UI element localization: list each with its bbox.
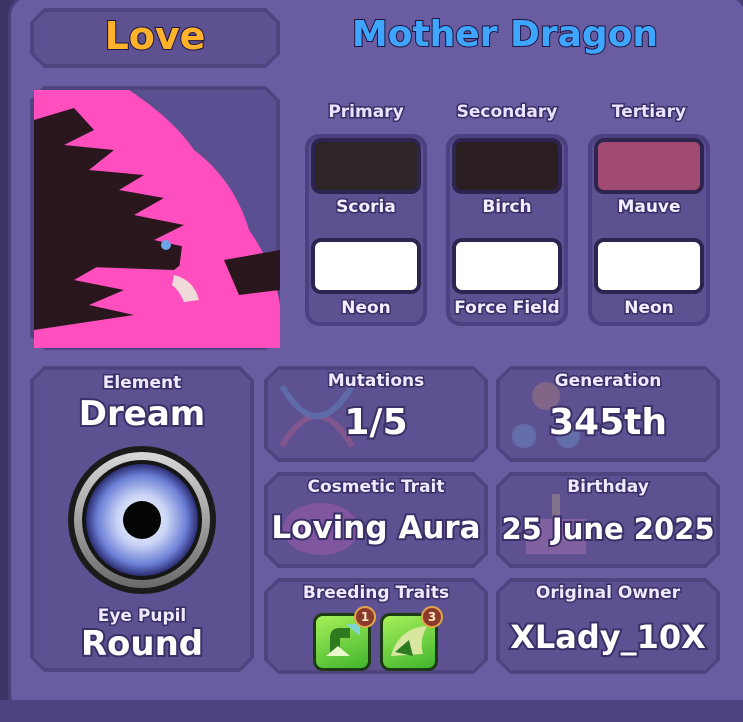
birthday-value: 25 June 2025 [501, 512, 715, 546]
tertiary-color-name: Mauve [616, 196, 682, 219]
mutations-value: 1/5 [344, 402, 408, 443]
birthday-label: Birthday [567, 477, 649, 497]
secondary-glow-swatch [452, 238, 562, 294]
secondary-color-card: Birch Force Field [446, 134, 568, 326]
primary-glow-swatch [311, 238, 421, 294]
original-owner-panel: Original Owner XLady_10X [496, 578, 720, 674]
primary-color-name: Scoria [335, 196, 398, 219]
breeding-trait-2[interactable]: 3 [380, 606, 443, 671]
birthday-panel: Birthday 25 June 2025 [496, 472, 720, 568]
primary-color-swatch [311, 138, 421, 194]
secondary-glow-name: Force Field [453, 297, 561, 320]
element-value: Dream [78, 394, 206, 434]
secondary-header: Secondary [455, 101, 559, 124]
tertiary-color-card: Mauve Neon [588, 134, 710, 326]
original-owner-label: Original Owner [535, 583, 681, 603]
mutations-label: Mutations [327, 371, 425, 391]
eye-pupil-label: Eye Pupil [97, 606, 187, 626]
trait-level-badge: 1 [354, 606, 376, 628]
original-owner-value: XLady_10X [510, 618, 706, 656]
cosmetic-trait-label: Cosmetic Trait [307, 477, 445, 497]
category-title: Love [104, 13, 207, 59]
eye-icon [66, 444, 218, 596]
generation-value: 345th [549, 402, 667, 443]
pet-name-title: Mother Dragon [351, 13, 659, 56]
generation-label: Generation [554, 371, 662, 391]
cosmetic-trait-value: Loving Aura [271, 510, 481, 546]
tertiary-glow-name: Neon [623, 297, 676, 320]
tertiary-color-swatch [594, 138, 704, 194]
primary-header: Primary [327, 101, 405, 124]
breeding-traits-panel: Breeding Traits [264, 578, 488, 674]
generation-panel: Generation 345th [496, 366, 720, 462]
breeding-trait-1[interactable]: 1 [313, 606, 376, 671]
mutations-panel: Mutations 1/5 [264, 366, 488, 462]
dragon-portrait-image [34, 90, 280, 348]
secondary-color-name: Birch [481, 196, 533, 219]
tertiary-glow-swatch [594, 238, 704, 294]
card-bottom-edge [0, 700, 743, 722]
tertiary-header: Tertiary [610, 101, 687, 124]
primary-glow-name: Neon [340, 297, 393, 320]
secondary-color-swatch [452, 138, 562, 194]
primary-color-card: Scoria Neon [305, 134, 427, 326]
eye-pupil-value: Round [80, 624, 204, 664]
element-label: Element [102, 373, 182, 393]
breeding-traits-label: Breeding Traits [302, 583, 450, 603]
trait-level-badge: 3 [421, 606, 443, 628]
element-panel: Element Dream Eye Pupil Round [30, 366, 254, 672]
cosmetic-trait-panel: Cosmetic Trait Loving Aura [264, 472, 488, 568]
